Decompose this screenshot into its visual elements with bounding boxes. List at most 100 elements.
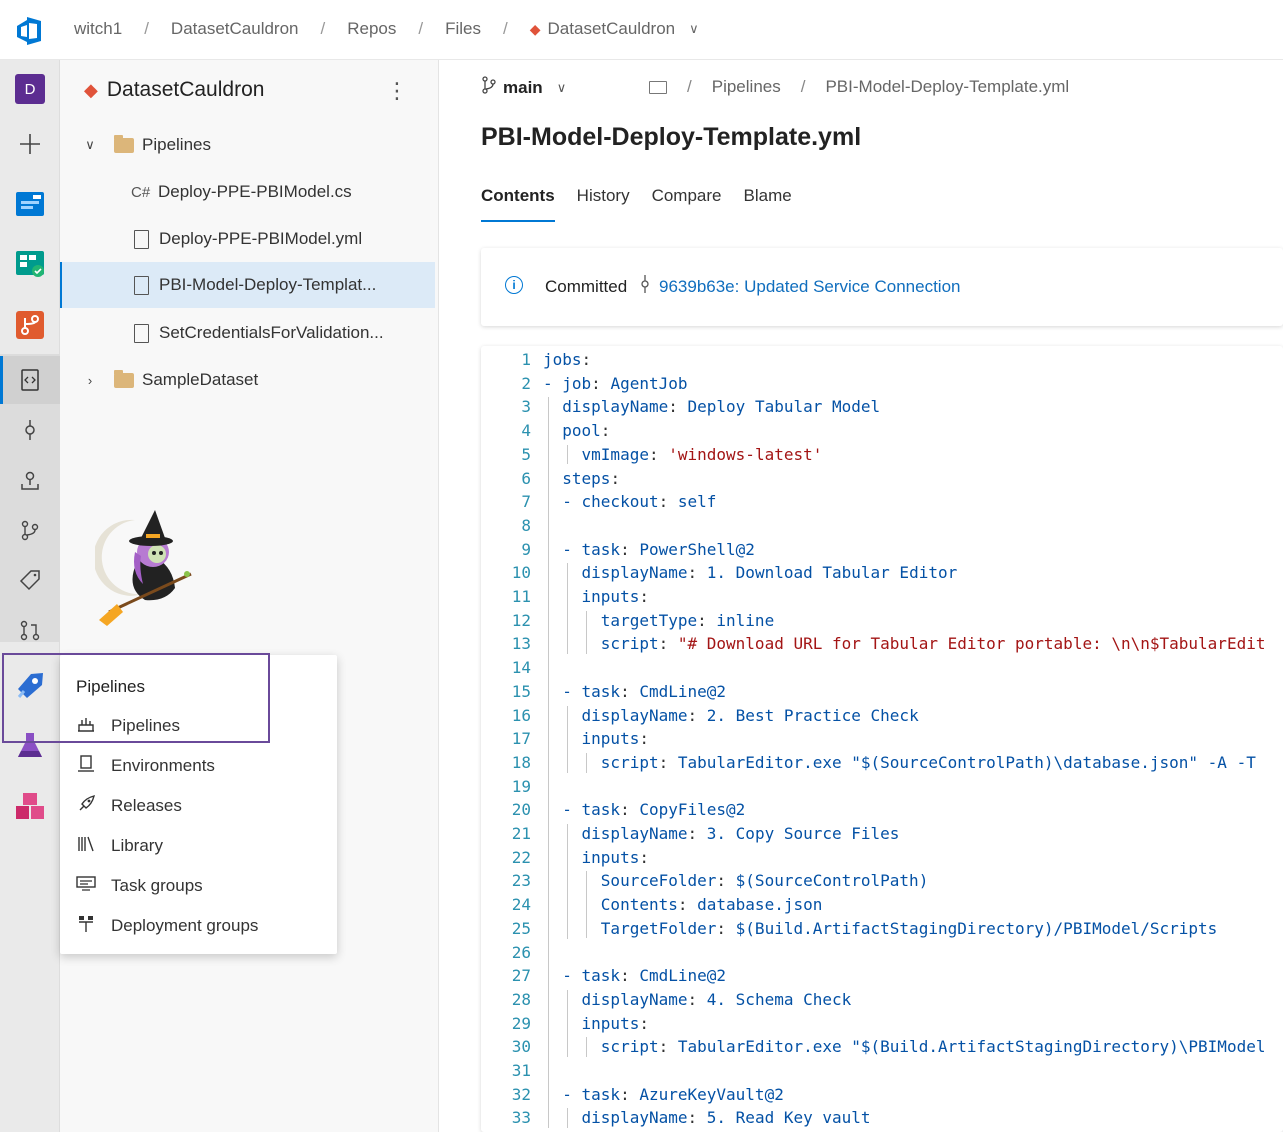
line-number: 26 [511,942,531,962]
file-tabs: Contents History Compare Blame [481,186,814,222]
overview-icon[interactable] [0,182,60,226]
tree-node-file-selected[interactable]: PBI-Model-Deploy-Templat... [60,262,435,308]
commits-icon[interactable] [0,408,60,452]
code-text: displayName: 2. Best Practice Check [581,705,919,725]
code-line: 7 - checkout: self [481,490,716,513]
line-number: 11 [511,587,531,606]
boards-icon[interactable] [0,242,60,286]
code-line: 20 - task: CopyFiles@2 [481,798,746,821]
breadcrumb: witch1 / DatasetCauldron / Repos / Files… [74,19,699,39]
chevron-down-icon[interactable]: ∨ [82,137,98,153]
flyout-item-releases[interactable]: Releases [76,793,182,819]
tags-icon[interactable] [0,558,60,602]
flyout-item-environments[interactable]: Environments [76,753,215,779]
tree-node-file[interactable]: SetCredentialsForValidation... [60,310,435,356]
tab-blame[interactable]: Blame [744,186,792,222]
repo-header: ◆ DatasetCauldron [84,78,264,102]
line-number: 23 [511,871,531,891]
tree-node-file[interactable]: Deploy-PPE-PBIModel.yml [60,216,435,262]
folder-icon[interactable] [649,80,667,94]
tree-node-folder-sampledataset[interactable]: › SampleDataset [60,357,435,403]
indent-guide [586,1037,588,1057]
flyout-item-library[interactable]: Library [76,833,163,859]
library-icon [76,836,96,857]
line-number: 18 [511,752,531,772]
line-number: 2 [521,373,531,393]
breadcrumb-files[interactable]: Files [445,19,481,39]
tab-history[interactable]: History [577,186,630,222]
chevron-down-icon[interactable]: ∨ [689,21,699,37]
code-viewer[interactable]: 1 jobs: 2- job: AgentJob 3 displayName: Dep… [481,346,1283,1132]
repo-icon: ◆ [529,20,541,37]
commit-link[interactable]: 9639b63e: Updated Service Connection [659,277,961,297]
code-text: vmImage: 'windows-latest' [581,444,823,464]
tree-node-label: SetCredentialsForValidation... [159,323,384,342]
chevron-down-icon[interactable]: ∨ [557,80,567,96]
code-line: 19 [481,775,543,798]
flyout-item-label: Task groups [111,876,203,895]
tree-node-file[interactable]: C# Deploy-PPE-PBIModel.cs [60,169,435,215]
code-text: - checkout: self [543,492,717,512]
indent-guide [567,824,569,939]
repos-icon[interactable] [0,303,60,347]
info-icon: i [505,276,523,294]
pushes-icon[interactable] [0,458,60,502]
chevron-right-icon[interactable]: › [82,373,98,388]
top-bar: witch1 / DatasetCauldron / Repos / Files… [0,0,1283,60]
path-segment-file[interactable]: PBI-Model-Deploy-Template.yml [825,77,1069,97]
code-line: 33 displayName: 5. Read Key vault [481,1106,871,1129]
code-text: displayName: Deploy Tabular Model [562,397,881,417]
line-number: 24 [511,895,531,915]
breadcrumb-project[interactable]: DatasetCauldron [171,19,299,39]
flyout-item-label: Releases [111,796,182,815]
code-text: script: TabularEditor.exe "$(Build.Artif… [600,1037,1266,1057]
indent-guide [567,1108,569,1129]
annotation-highlight-box [2,653,270,743]
code-line: 16 displayName: 2. Best Practice Check [481,704,919,727]
project-avatar[interactable]: D [0,67,60,111]
releases-icon [76,794,96,818]
path-segment-pipelines[interactable]: Pipelines [712,77,781,97]
code-line: 24 Contents: database.json [481,893,823,916]
tab-contents[interactable]: Contents [481,186,555,222]
line-number: 22 [511,847,531,867]
line-number: 6 [521,468,531,488]
flyout-item-task-groups[interactable]: Task groups [76,873,203,899]
code-line: 8 [481,514,543,537]
branch-selector[interactable]: main ∨ [481,76,566,99]
yaml-file-icon [134,275,149,295]
branches-icon[interactable] [0,508,60,552]
line-number: 3 [521,397,531,417]
code-line: 5 vmImage: 'windows-latest' [481,443,822,466]
code-text: - task: PowerShell@2 [543,539,755,559]
indent-guide [567,444,569,465]
code-line: 30 script: TabularEditor.exe "$(Build.Ar… [481,1035,1266,1058]
tree-node-label: Deploy-PPE-PBIModel.yml [159,229,363,248]
plus-icon[interactable] [0,122,60,166]
folder-icon [114,369,134,388]
code-text: pool: [562,421,611,441]
breadcrumb-repo-selector[interactable]: DatasetCauldron [548,19,676,39]
line-number: 29 [511,1013,531,1033]
pull-requests-icon[interactable] [0,608,60,652]
artifacts-icon[interactable] [0,784,60,828]
avatar: D [15,74,45,104]
azure-devops-logo-icon[interactable] [15,17,45,45]
breadcrumb-repos[interactable]: Repos [347,19,396,39]
indent-guide [567,563,569,655]
line-number: 33 [511,1108,531,1128]
more-options-icon[interactable]: ⋮ [386,78,408,104]
file-title: PBI-Model-Deploy-Template.yml [481,123,862,151]
tree-node-folder-pipelines[interactable]: ∨ Pipelines [60,122,435,168]
line-number: 16 [511,705,531,725]
commit-label: Committed [545,277,628,296]
commit-icon [639,275,651,298]
code-text: Contents: database.json [600,895,823,915]
flyout-item-deployment-groups[interactable]: Deployment groups [76,913,258,939]
tab-compare[interactable]: Compare [652,186,722,222]
breadcrumb-org[interactable]: witch1 [74,19,122,39]
files-icon[interactable] [0,358,60,402]
line-number: 7 [521,492,531,512]
